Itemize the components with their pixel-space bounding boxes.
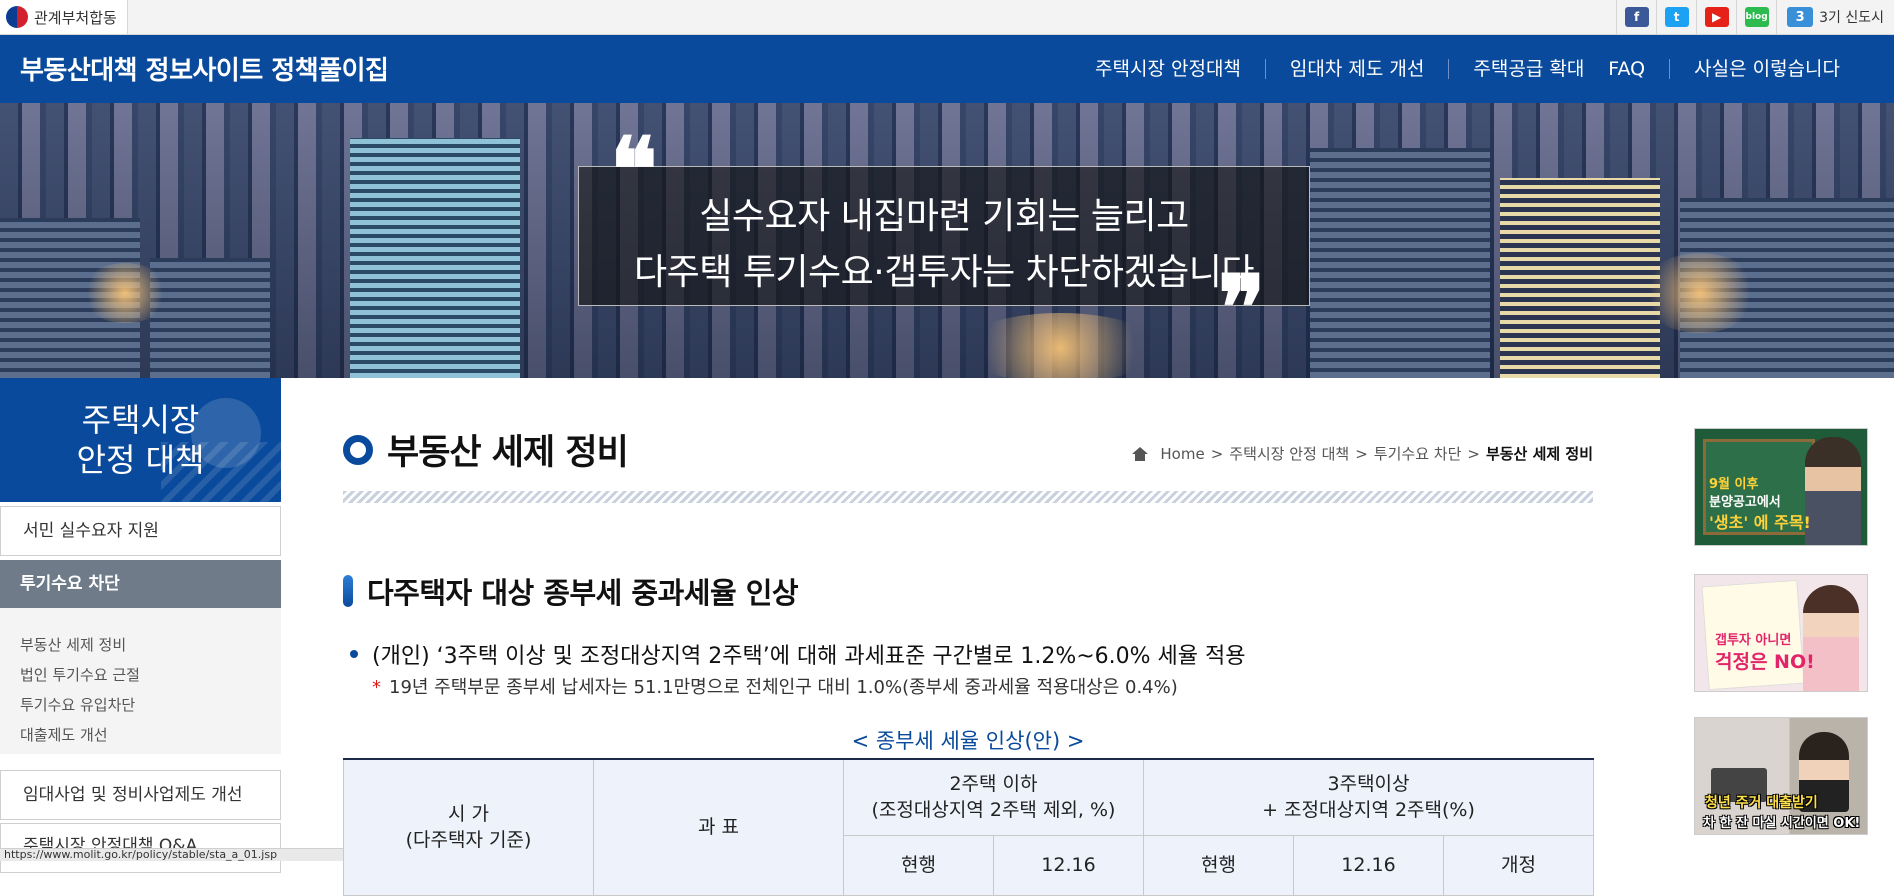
section-heading: 다주택자 대상 종부세 중과세율 인상 (343, 570, 799, 612)
hero-slogan-line-1: 실수요자 내집마련 기회는 늘리고 (699, 196, 1189, 237)
gov-label: 관계부처합동 (34, 8, 117, 27)
open-quote-icon: ❝ (610, 117, 658, 221)
side-banner-text: 갭투자 아니면 (1715, 633, 1792, 648)
sidebar-title: 주택시장 안정 대책 (76, 401, 205, 479)
page-title: 부동산 세제 정비 (387, 433, 629, 473)
table-header-group-2: 3주택이상 + 조정대상지역 2주택(%) (1142, 758, 1595, 836)
sidebar-submenu: 부동산 세제 정비 법인 투기수요 근절 투기수요 유입차단 대출제도 개선 (0, 608, 281, 754)
nav-item-lease-reform[interactable]: 임대차 제도 개선 (1264, 59, 1448, 79)
browser-status-url: https://www.molit.go.kr/policy/stable/st… (0, 848, 345, 861)
main-navbar: 부동산대책 정보사이트 정책풀이집 주택시장 안정대책 임대차 제도 개선 주택… (0, 35, 1894, 103)
blog-link[interactable]: blog (1736, 0, 1776, 34)
sidebar-item-rental[interactable]: 임대사업 및 정비사업제도 개선 (0, 770, 281, 820)
table-subheader: 개정 (1442, 834, 1595, 896)
side-banner-text: 차 한 잔 마실 시간이면 OK! (1703, 816, 1861, 831)
nav-item-faq[interactable]: FAQ (1608, 59, 1669, 79)
breadcrumb-home[interactable]: Home (1160, 445, 1204, 463)
sidebar-subitem-inflow[interactable]: 투기수요 유입차단 (0, 690, 281, 720)
section-bar-icon (343, 575, 353, 607)
sidebar-subitem-corporate[interactable]: 법인 투기수요 근절 (0, 660, 281, 690)
gov-badge[interactable]: 관계부처합동 (0, 0, 128, 34)
facebook-link[interactable]: f (1616, 0, 1656, 34)
hero-light (1640, 253, 1760, 333)
newcity-badge-icon: 3 (1787, 7, 1814, 27)
bullet-item: (개인) ‘3주택 이상 및 조정대상지역 2주택’에 대해 과세표준 구간별로… (350, 638, 1246, 670)
hero-building (1500, 178, 1660, 378)
newcity-label: 3기 신도시 (1819, 10, 1884, 26)
hero-building (1310, 148, 1490, 378)
breadcrumb-sep: > (1467, 444, 1480, 463)
sidebar-item-support[interactable]: 서민 실수요자 지원 (0, 506, 281, 556)
tax-rate-table: 시 가 (다주택자 기준) 과 표 2주택 이하 (조정대상지역 2주택 제외,… (343, 758, 1595, 896)
nav-item-fact-check[interactable]: 사실은 이렇습니다 (1669, 59, 1864, 79)
side-banner-text: 9월 이후 (1709, 477, 1759, 492)
table-caption: < 종부세 세율 인상(안) > (851, 729, 1085, 753)
table-subheader: 12.16 (993, 834, 1144, 896)
utility-bar: 관계부처합동 f t ▶ blog 3 3기 신도시 (0, 0, 1894, 35)
taegeuk-emblem-icon (6, 6, 28, 28)
sidebar-subitem-tax[interactable]: 부동산 세제 정비 (0, 630, 281, 660)
hero-banner: 실수요자 내집마련 기회는 늘리고 다주택 투기수요·갭투자는 차단하겠습니다 … (0, 103, 1894, 378)
side-banner-text: 청년 주거 대출받기 (1705, 795, 1818, 811)
nav-item-market-stability[interactable]: 주택시장 안정대책 (1071, 59, 1265, 79)
section-title: 다주택자 대상 종부세 중과세율 인상 (367, 576, 799, 610)
site-title[interactable]: 부동산대책 정보사이트 정책풀이집 (20, 50, 389, 87)
hero-slogan-line-2: 다주택 투기수요·갭투자는 차단하겠습니다 (634, 252, 1255, 293)
youtube-link[interactable]: ▶ (1696, 0, 1736, 34)
hero-light (960, 313, 1160, 378)
title-ring-icon (343, 434, 373, 465)
side-banner-gap-investment[interactable]: 갭투자 아니면 걱정은 NO! (1694, 574, 1868, 692)
side-banner-youth-loan[interactable]: 청년 주거 대출받기 차 한 잔 마실 시간이면 OK! (1694, 717, 1868, 835)
nav-item-housing-supply[interactable]: 주택공급 확대 (1448, 59, 1608, 79)
sidebar-subitem-loan[interactable]: 대출제도 개선 (0, 720, 281, 750)
twitter-icon: t (1664, 7, 1689, 27)
footnote-star: * (372, 677, 381, 698)
bullet-text: (개인) ‘3주택 이상 및 조정대상지역 2주택’에 대해 과세표준 구간별로… (372, 644, 1246, 669)
footnote: * 19년 주택부문 종부세 납세자는 51.1만명으로 전체인구 대비 1.0%… (372, 673, 1178, 699)
breadcrumb-level-1[interactable]: 주택시장 안정 대책 (1229, 443, 1349, 464)
breadcrumb-sep: > (1210, 444, 1224, 463)
social-links: f t ▶ blog 3 3기 신도시 (1616, 0, 1894, 34)
twitter-link[interactable]: t (1656, 0, 1696, 34)
newcity-link[interactable]: 3 3기 신도시 (1776, 0, 1894, 34)
hero-building (150, 258, 270, 378)
bullet-dot-icon (350, 650, 358, 658)
page-title-block: 부동산 세제 정비 (343, 424, 629, 475)
hero-light (80, 263, 170, 323)
youtube-icon: ▶ (1704, 7, 1729, 27)
presenter-graphic (1803, 585, 1859, 691)
table-header-price: 시 가 (다주택자 기준) (343, 758, 594, 896)
close-quote-icon: ❞ (1218, 255, 1266, 359)
breadcrumb: Home > 주택시장 안정 대책 > 투기수요 차단 > 부동산 세제 정비 (1132, 443, 1593, 464)
hero-building (350, 138, 520, 378)
table-subheader: 현행 (843, 834, 994, 896)
global-nav: 주택시장 안정대책 임대차 제도 개선 주택공급 확대 FAQ 사실은 이렇습니… (1071, 35, 1864, 103)
breadcrumb-sep: > (1355, 444, 1368, 463)
table-header-base: 과 표 (593, 758, 844, 896)
presenter-graphic (1805, 437, 1861, 545)
side-banner-text: '생초' 에 주목! (1709, 513, 1811, 532)
breadcrumb-current: 부동산 세제 정비 (1485, 445, 1593, 463)
sidebar-item-speculation-block[interactable]: 투기수요 차단 (0, 560, 281, 608)
home-icon (1132, 446, 1149, 461)
hero-slogan-box: 실수요자 내집마련 기회는 늘리고 다주택 투기수요·갭투자는 차단하겠습니다 (578, 166, 1310, 306)
side-banner-text: 걱정은 NO! (1715, 651, 1815, 673)
facebook-icon: f (1624, 7, 1649, 27)
sidebar-header: 주택시장 안정 대책 (0, 378, 281, 502)
footnote-text: 19년 주택부문 종부세 납세자는 51.1만명으로 전체인구 대비 1.0%(… (389, 677, 1178, 698)
side-banner-presale[interactable]: 9월 이후 분양공고에서 '생초' 에 주목! (1694, 428, 1868, 546)
side-banner-text: 분양공고에서 (1709, 495, 1781, 510)
blog-icon: blog (1744, 7, 1769, 27)
table-header-group-1: 2주택 이하 (조정대상지역 2주택 제외, %) (843, 758, 1144, 836)
title-divider (343, 491, 1593, 503)
table-subheader: 현행 (1143, 834, 1294, 896)
table-subheader: 12.16 (1293, 834, 1444, 896)
breadcrumb-level-2[interactable]: 투기수요 차단 (1374, 443, 1462, 464)
